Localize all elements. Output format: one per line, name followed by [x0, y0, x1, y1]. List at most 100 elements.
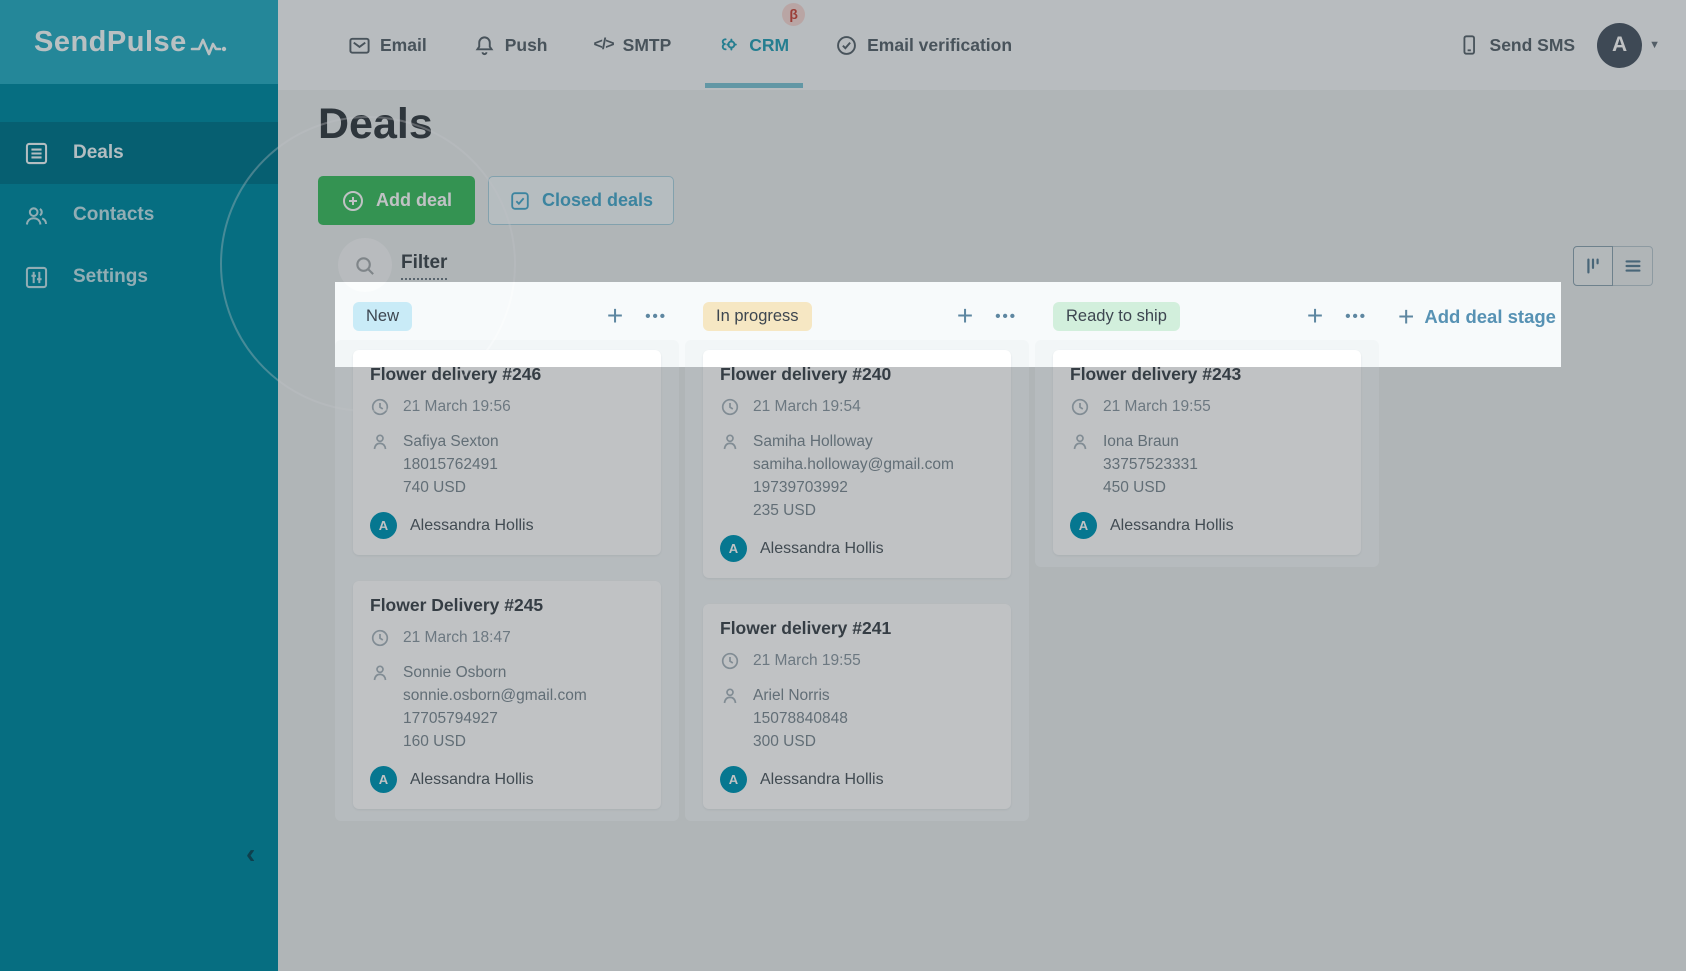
send-sms-button[interactable]: Send SMS — [1458, 34, 1576, 56]
add-deal-to-stage-icon[interactable]: + — [607, 303, 623, 329]
tab-smtp[interactable]: </> SMTP — [594, 35, 672, 56]
stage-column-in-progress: Flower delivery #240 21 March 19:54 Sami… — [685, 340, 1029, 821]
contact-line: 450 USD — [1103, 476, 1198, 499]
sidebar-item-label: Settings — [73, 266, 148, 288]
stage-menu-icon[interactable]: ••• — [995, 308, 1017, 325]
assignee-name: Alessandra Hollis — [760, 771, 884, 789]
clock-icon — [720, 651, 740, 671]
tab-email[interactable]: Email — [348, 34, 427, 57]
action-buttons: Add deal Closed deals — [318, 176, 674, 225]
stage-header-in-progress: In progress + ••• — [685, 300, 1029, 332]
contact-line: Samiha Holloway — [753, 430, 954, 453]
deal-card[interactable]: Flower delivery #246 21 March 19:56 Safi… — [353, 350, 661, 555]
clock-icon — [720, 397, 740, 417]
sidebar-menu: Deals Contacts Settings — [0, 122, 278, 308]
plus-icon: + — [1398, 304, 1414, 330]
tab-label: Email — [380, 35, 427, 56]
contact-line: 18015762491 — [403, 453, 499, 476]
deal-card[interactable]: Flower Delivery #245 21 March 18:47 Sonn… — [353, 581, 661, 809]
sidebar-item-deals[interactable]: Deals — [0, 122, 278, 184]
deal-title: Flower Delivery #245 — [370, 595, 644, 616]
sidebar-item-contacts[interactable]: Contacts — [0, 184, 278, 246]
assignee-avatar: A — [370, 512, 397, 539]
tab-label: Email verification — [867, 35, 1012, 56]
contact-line: Ariel Norris — [753, 684, 848, 707]
deal-date: 21 March 19:56 — [403, 398, 511, 416]
list-view-icon — [1622, 255, 1644, 277]
deals-icon — [23, 140, 50, 167]
contact-line: 17705794927 — [403, 707, 587, 730]
main-content: Deals Add deal Closed deals Filter New +… — [278, 90, 1686, 971]
sidebar-collapse-chevron-icon[interactable]: ‹ — [246, 838, 255, 870]
deal-contact-lines: Sonnie Osbornsonnie.osborn@gmail.com1770… — [403, 661, 587, 753]
sidebar-item-label: Contacts — [73, 204, 154, 226]
assignee-avatar: A — [1070, 512, 1097, 539]
push-bell-icon — [473, 34, 496, 57]
deal-card[interactable]: Flower delivery #241 21 March 19:55 Arie… — [703, 604, 1011, 809]
contacts-icon — [23, 202, 50, 229]
email-icon — [348, 34, 371, 57]
contact-line: 235 USD — [753, 499, 954, 522]
stage-menu-icon[interactable]: ••• — [645, 308, 667, 325]
logo-text: SendPulse — [34, 26, 187, 59]
filter-control[interactable]: Filter — [401, 252, 447, 280]
tab-label: Push — [505, 35, 548, 56]
stage-chip-in-progress[interactable]: In progress — [703, 302, 812, 331]
contact-line: Iona Braun — [1103, 430, 1198, 453]
deal-date: 21 March 19:54 — [753, 398, 861, 416]
stage-header-new: New + ••• — [335, 300, 679, 332]
add-deal-stage-button[interactable]: + Add deal stage — [1398, 304, 1556, 330]
deal-contact-lines: Samiha Hollowaysamiha.holloway@gmail.com… — [753, 430, 954, 522]
closed-deals-button[interactable]: Closed deals — [488, 176, 674, 225]
topbar-right: Send SMS A ▼ — [1458, 23, 1660, 68]
active-tab-underline — [705, 83, 803, 88]
tab-crm[interactable]: CRM β — [717, 34, 789, 57]
assignee-name: Alessandra Hollis — [410, 517, 534, 535]
assignee-name: Alessandra Hollis — [1110, 517, 1234, 535]
stage-column-ready-to-ship: Flower delivery #243 21 March 19:55 Iona… — [1035, 340, 1379, 567]
deal-date: 21 March 19:55 — [1103, 398, 1211, 416]
settings-icon — [23, 264, 50, 291]
deal-title: Flower delivery #243 — [1070, 364, 1344, 385]
sidebar-item-label: Deals — [73, 142, 124, 164]
assignee-avatar: A — [720, 766, 747, 793]
topbar: Email Push </> SMTP CRM β Email verifica… — [278, 0, 1686, 90]
assignee-name: Alessandra Hollis — [410, 771, 534, 789]
contact-person-icon — [720, 686, 740, 706]
stage-chip-ready-to-ship[interactable]: Ready to ship — [1053, 302, 1180, 331]
contact-person-icon — [370, 432, 390, 452]
top-nav: Email Push </> SMTP CRM β Email verifica… — [348, 34, 1012, 57]
add-deal-to-stage-icon[interactable]: + — [1307, 303, 1323, 329]
search-icon[interactable] — [354, 255, 377, 278]
add-deal-button[interactable]: Add deal — [318, 176, 475, 225]
stage-menu-icon[interactable]: ••• — [1345, 308, 1367, 325]
tab-email-verification[interactable]: Email verification — [835, 34, 1012, 57]
contact-line: 19739703992 — [753, 476, 954, 499]
tab-push[interactable]: Push — [473, 34, 548, 57]
avatar[interactable]: A — [1597, 23, 1642, 68]
clock-icon — [1070, 397, 1090, 417]
contact-line: 160 USD — [403, 730, 587, 753]
contact-line: 740 USD — [403, 476, 499, 499]
clock-icon — [370, 628, 390, 648]
deal-title: Flower delivery #246 — [370, 364, 644, 385]
kanban-view-toggle[interactable] — [1573, 246, 1613, 286]
add-deal-to-stage-icon[interactable]: + — [957, 303, 973, 329]
deal-card[interactable]: Flower delivery #240 21 March 19:54 Sami… — [703, 350, 1011, 578]
stage-header-ready-to-ship: Ready to ship + ••• — [1035, 300, 1379, 332]
deal-date: 21 March 18:47 — [403, 629, 511, 647]
assignee-avatar: A — [370, 766, 397, 793]
contact-line: 300 USD — [753, 730, 848, 753]
pulse-icon — [189, 30, 231, 60]
deal-card[interactable]: Flower delivery #243 21 March 19:55 Iona… — [1053, 350, 1361, 555]
list-view-toggle[interactable] — [1613, 246, 1653, 286]
contact-line: Safiya Sexton — [403, 430, 499, 453]
contact-line: 15078840848 — [753, 707, 848, 730]
sidebar-item-settings[interactable]: Settings — [0, 246, 278, 308]
kanban-view-icon — [1582, 255, 1604, 277]
account-menu[interactable]: A ▼ — [1597, 23, 1660, 68]
deal-contact-lines: Iona Braun33757523331450 USD — [1103, 430, 1198, 499]
logo[interactable]: SendPulse — [0, 0, 278, 84]
sidebar: SendPulse Deals Contacts Settings ‹ — [0, 0, 278, 971]
stage-chip-new[interactable]: New — [353, 302, 412, 331]
